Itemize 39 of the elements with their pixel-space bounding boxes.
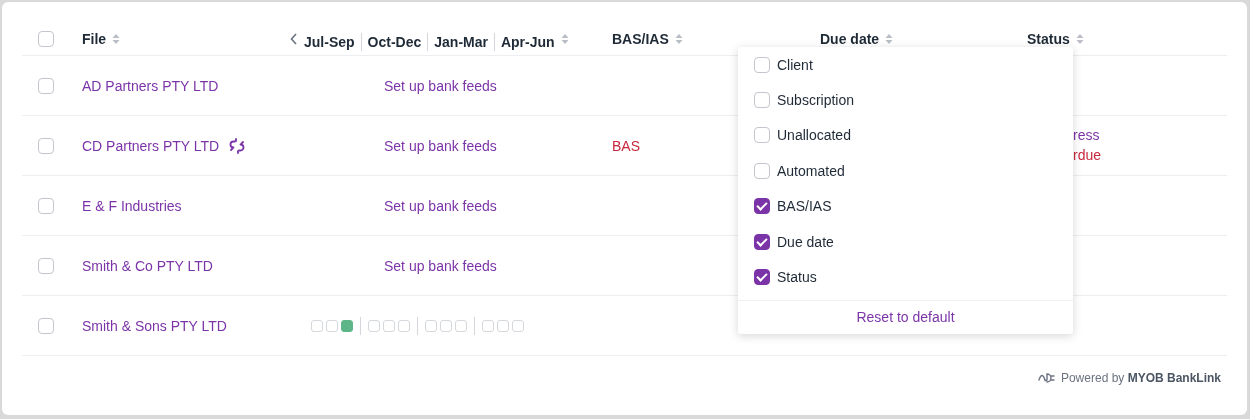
- file-link[interactable]: CD Partners PTY LTD: [82, 137, 220, 154]
- column-header[interactable]: Status: [1027, 30, 1070, 47]
- menu-item-label[interactable]: Due date: [777, 233, 834, 250]
- menu-item-label[interactable]: BAS/IAS: [777, 198, 832, 215]
- menu-item-label[interactable]: Automated: [777, 162, 845, 179]
- bas-label: BAS: [612, 137, 640, 154]
- powered-by-text: Powered by MYOB BankLink: [1060, 371, 1221, 385]
- sort-icon[interactable]: [1075, 32, 1084, 45]
- reset-to-default-link[interactable]: Reset to default: [856, 308, 955, 325]
- column-header[interactable]: Due date: [820, 30, 880, 47]
- set-up-bank-feeds-link[interactable]: Set up bank feeds: [384, 77, 497, 94]
- set-up-bank-feeds-link[interactable]: Set up bank feeds: [384, 257, 497, 274]
- column-header[interactable]: File: [82, 30, 107, 47]
- status-text: ress: [1073, 127, 1101, 144]
- status-text: rdue: [1073, 147, 1103, 164]
- file-link[interactable]: AD Partners PTY LTD: [82, 77, 219, 94]
- file-link[interactable]: Smith & Co PTY LTD: [82, 257, 213, 274]
- sort-icon[interactable]: [112, 32, 121, 45]
- sort-icon[interactable]: [560, 32, 569, 45]
- sort-icon[interactable]: [885, 32, 894, 45]
- menu-item-label[interactable]: Status: [777, 269, 817, 286]
- set-up-bank-feeds-link[interactable]: Set up bank feeds: [384, 137, 497, 154]
- column-header[interactable]: Oct-Dec: [360, 32, 428, 51]
- chevron-left-icon[interactable]: [290, 32, 298, 45]
- checkbox[interactable]: [754, 233, 770, 250]
- menu-item-label[interactable]: Client: [777, 56, 813, 73]
- checkbox[interactable]: [754, 269, 770, 286]
- menu-item-label[interactable]: Unallocated: [777, 127, 851, 144]
- sort-icon[interactable]: [674, 32, 683, 45]
- column-header[interactable]: Jul-Sep: [298, 32, 361, 51]
- column-header[interactable]: Apr-Jun: [493, 32, 561, 51]
- checkbox[interactable]: [754, 198, 770, 215]
- menu-item-label[interactable]: Subscription: [777, 92, 855, 109]
- file-link[interactable]: E & F Industries: [82, 197, 182, 214]
- column-header[interactable]: Jan-Mar: [427, 32, 494, 51]
- set-up-bank-feeds-link[interactable]: Set up bank feeds: [384, 197, 497, 214]
- column-header[interactable]: BAS/IAS: [612, 30, 669, 47]
- file-link[interactable]: Smith & Sons PTY LTD: [82, 317, 227, 334]
- plug-icon: [1037, 371, 1056, 385]
